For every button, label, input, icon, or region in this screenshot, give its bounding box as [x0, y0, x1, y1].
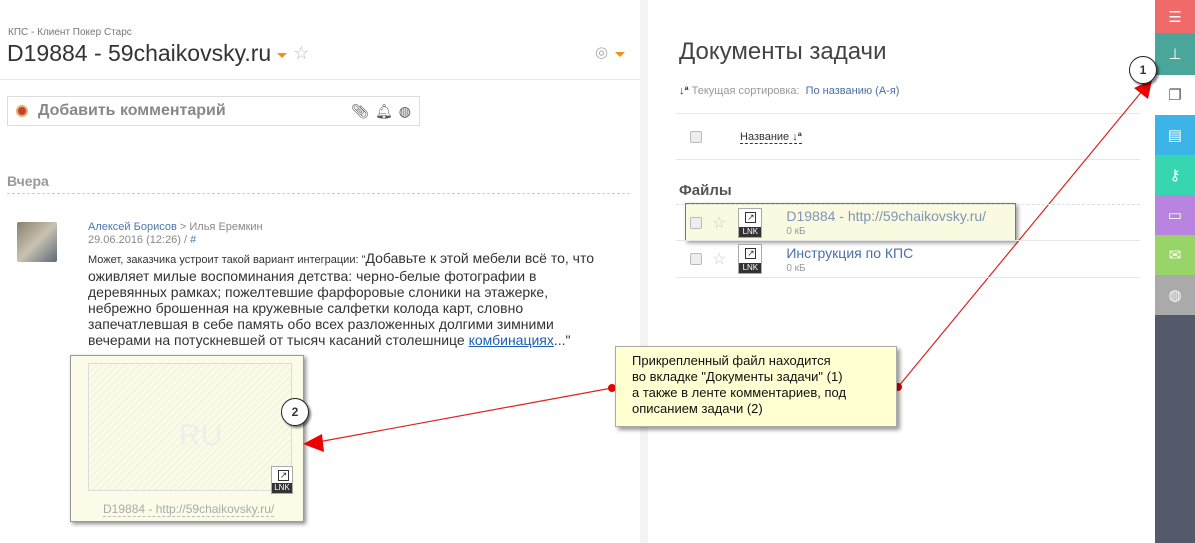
comment-link[interactable]: комбинациях — [469, 332, 554, 348]
day-header: Вчера — [7, 173, 630, 194]
circle-wave-icon[interactable]: ◍ — [399, 103, 411, 120]
divider — [0, 79, 640, 80]
sidebar-copy-icon[interactable]: ❐ — [1155, 75, 1195, 115]
watermark: RU — [179, 419, 223, 452]
watch-button[interactable]: ◎ — [595, 43, 626, 61]
user-logo-icon — [16, 105, 28, 117]
file-type: LNK — [272, 483, 292, 493]
sidebar-list-icon[interactable]: ☰ — [1155, 0, 1195, 33]
divider — [676, 113, 1140, 114]
column-name[interactable]: Название ↓ª — [740, 131, 802, 144]
comment-intro: Может, заказчика устроит такой вариант и… — [88, 254, 366, 266]
file-size: 0 кБ — [786, 262, 806, 274]
sidebar-key-icon[interactable]: ⚷ — [1155, 155, 1195, 195]
file-checkbox[interactable] — [690, 216, 702, 229]
note-line: Прикрепленный файл находится — [632, 353, 831, 368]
task-panel: КПС - Клиент Покер Старс D19884 - 59chai… — [0, 0, 648, 543]
annotation-note: Прикрепленный файл находится во вкладке … — [615, 346, 897, 427]
page-title: D19884 - 59chaikovsky.ru ☆ — [7, 40, 309, 67]
file-row[interactable]: ☆ ↗ LNK Инструкция по КПС 0 кБ — [676, 241, 1140, 278]
file-row[interactable]: ☆ ↗ LNK D19884 - http://59chaikovsky.ru/0… — [676, 204, 1140, 241]
sidebar-circle-wave-icon[interactable]: ◍ — [1155, 275, 1195, 315]
comment-input[interactable]: Добавить комментарий 📎︎ 🔔︎ ◍ — [7, 96, 420, 126]
attachment-preview[interactable]: RU ↗ LNK D19884 - http://59chaikovsky.ru/ — [70, 355, 304, 522]
right-sidebar: ☰ ⊥ ❐ ▤ ⚷ ▭ ✉ ◍ — [1155, 0, 1195, 543]
sidebar-mail-icon[interactable]: ✉ — [1155, 235, 1195, 275]
eye-icon: ◎ — [595, 44, 609, 61]
sort-bar: ↓ª Текущая сортировка: По названию (А-я) — [679, 85, 899, 97]
star-icon[interactable]: ☆ — [293, 43, 309, 64]
paperclip-icon[interactable]: 📎︎ — [351, 103, 369, 120]
sort-icon: ↓ª — [792, 131, 802, 143]
documents-title: Документы задачи — [679, 38, 887, 65]
column-header: Название ↓ª — [690, 131, 802, 144]
sidebar-document-icon[interactable]: ▤ — [1155, 115, 1195, 155]
select-all-checkbox[interactable] — [690, 131, 702, 143]
callout-2: 2 — [281, 398, 309, 426]
divider — [676, 159, 1140, 160]
star-icon[interactable]: ☆ — [712, 213, 726, 233]
task-title: D19884 - 59chaikovsky.ru — [7, 40, 272, 66]
note-line: а также в ленте комментариев, под — [632, 385, 847, 400]
files-section-title: Файлы — [679, 182, 732, 199]
sidebar-inbox-icon[interactable]: ▭ — [1155, 195, 1195, 235]
comment-date: 29.06.2016 (12:26) — [88, 234, 181, 246]
file-name[interactable]: Инструкция по КПС — [786, 245, 913, 261]
permalink[interactable]: # — [190, 234, 196, 246]
attachment-caption[interactable]: D19884 - http://59chaikovsky.ru/ — [103, 502, 275, 517]
comment-tail: ..." — [553, 332, 571, 348]
bell-icon[interactable]: 🔔︎ — [375, 103, 393, 120]
sort-value-link[interactable]: По названию (А-я) — [806, 85, 900, 97]
note-line: описанием задачи (2) — [632, 401, 763, 416]
file-type: LNK — [739, 226, 762, 237]
breadcrumb[interactable]: КПС - Клиент Покер Старс — [8, 27, 132, 38]
comment-body: Может, заказчика устроит такой вариант и… — [88, 250, 608, 348]
sidebar-sitemap-icon[interactable]: ⊥ — [1155, 33, 1195, 75]
chevron-down-icon — [615, 51, 626, 57]
file-size: 0 кБ — [786, 226, 806, 237]
sort-label: Текущая сортировка: — [691, 85, 800, 97]
callout-1: 1 — [1129, 56, 1157, 84]
slash: / — [184, 234, 188, 246]
lnk-file-icon: ↗ LNK — [738, 244, 763, 274]
comment-placeholder: Добавить комментарий — [38, 102, 226, 119]
sort-icon: ↓ª — [679, 85, 689, 97]
preview-area: RU — [88, 363, 292, 491]
column-name-label: Название — [740, 131, 790, 143]
avatar[interactable] — [17, 222, 57, 262]
file-type: LNK — [739, 263, 762, 273]
comment-meta: Алексей Борисов > Илья Еремкин 29.06.201… — [88, 221, 263, 247]
file-name[interactable]: D19884 - http://59chaikovsky.ru/ — [786, 208, 986, 224]
recipient: Илья Еремкин — [189, 221, 263, 233]
file-checkbox[interactable] — [690, 253, 702, 265]
author-link[interactable]: Алексей Борисов — [88, 221, 177, 233]
documents-panel: Документы задачи ↓ª Текущая сортировка: П… — [656, 0, 1155, 543]
separator: > — [179, 221, 187, 233]
lnk-file-icon: ↗ LNK — [271, 466, 293, 494]
lnk-file-icon: ↗ LNK — [738, 207, 763, 238]
title-dropdown-icon[interactable] — [277, 53, 288, 58]
star-icon[interactable]: ☆ — [712, 249, 726, 269]
note-line: во вкладке "Документы задачи" (1) — [632, 369, 843, 384]
